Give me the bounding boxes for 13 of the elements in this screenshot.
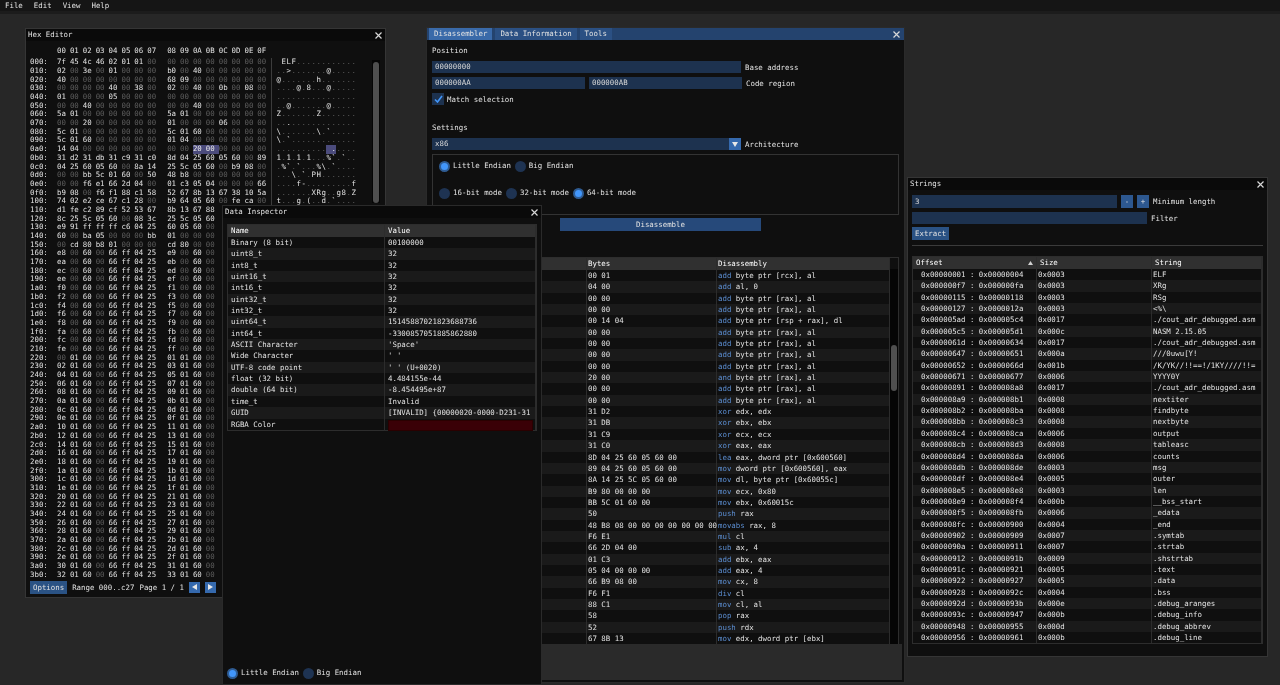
close-button[interactable] [531,208,538,216]
previous-page-button[interactable] [188,581,200,593]
caret-icon [732,141,738,147]
next-page-button[interactable] [204,581,216,593]
close-button[interactable] [375,31,382,39]
check-icon [433,95,443,103]
input-field[interactable] [912,212,1147,224]
close-button[interactable] [893,30,900,38]
left-arrow-icon [191,584,197,590]
sort-arrow-icon [1028,261,1033,265]
close-button[interactable] [1257,180,1264,188]
right-arrow-icon [207,584,213,590]
scrollbar-thumb[interactable] [891,345,897,391]
